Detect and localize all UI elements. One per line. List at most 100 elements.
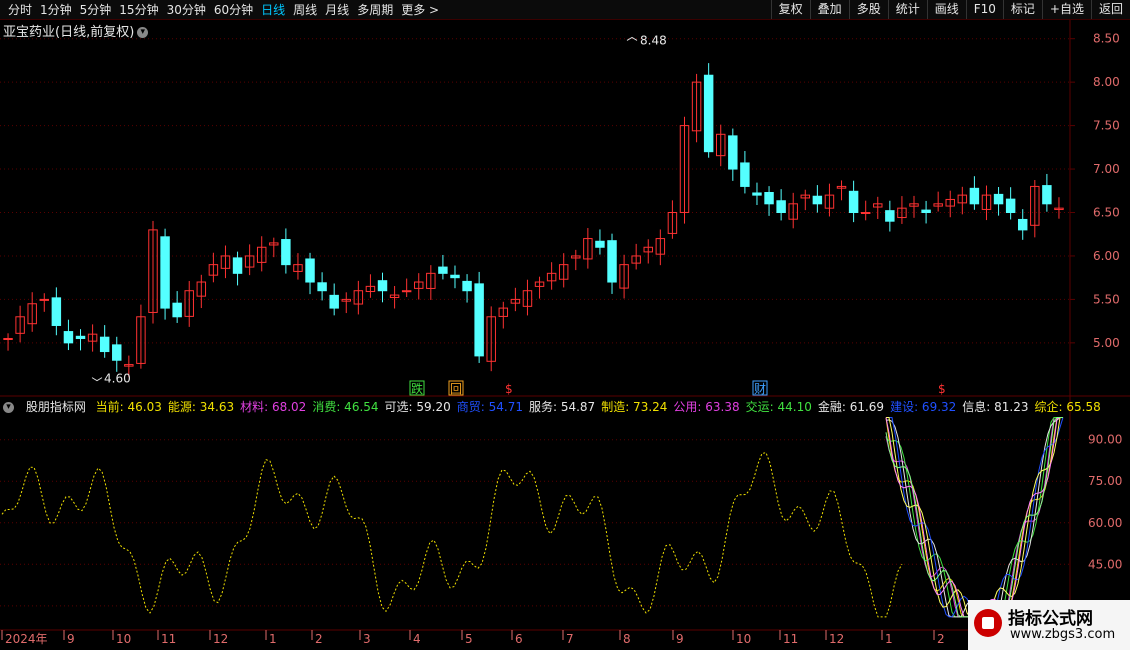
event-marker: $ [505, 382, 513, 396]
indicator-legend: ▾ 股朋指标网 当前: 46.03 能源: 34.63 材料: 68.02 消费: 4… [3, 398, 1107, 415]
candle-body [438, 266, 448, 274]
candle-body [1005, 198, 1016, 214]
date-axis-label: 1 [269, 632, 277, 646]
indicator-axis-label: 45.00 [1088, 557, 1122, 571]
date-axis-label: 2024年 [5, 632, 48, 646]
candle-body [993, 193, 1004, 205]
indicator-value-8: 公用: 63.38 [673, 400, 740, 414]
indicator-axis-label: 60.00 [1088, 516, 1122, 530]
candle-body [112, 344, 122, 361]
indicator-value-9: 交运: 44.10 [745, 400, 812, 414]
candle-body [752, 192, 762, 196]
date-axis-label: 8 [623, 632, 631, 646]
event-marker: $ [938, 382, 946, 396]
candle-body [75, 335, 86, 340]
candle-body [728, 135, 738, 170]
date-axis-label: 9 [67, 632, 75, 646]
candle-body [450, 274, 460, 279]
indicator-line-current [1, 452, 903, 618]
candle-body [921, 209, 931, 214]
candle-body [232, 257, 243, 274]
candle-body [595, 240, 605, 248]
indicator-value-13: 综企: 65.58 [1034, 400, 1101, 414]
date-axis-label: 2 [937, 632, 945, 646]
candle-body [703, 74, 714, 153]
indicator-value-7: 制造: 73.24 [601, 400, 668, 414]
date-axis-label: 5 [465, 632, 473, 646]
candle-body [172, 302, 182, 318]
indicator-value-4: 可选: 59.20 [384, 400, 451, 414]
candle-body [812, 195, 823, 205]
indicator-axis-label: 90.00 [1088, 433, 1122, 447]
event-marker: 回 [450, 382, 462, 396]
indicator-value-11: 建设: 69.32 [890, 400, 957, 414]
candle-body [160, 236, 170, 309]
indicator-value-0: 当前: 46.03 [95, 400, 162, 414]
candle-body [377, 280, 388, 292]
candle-body [329, 294, 339, 309]
price-axis-label: 8.50 [1093, 32, 1120, 46]
candle-body [607, 240, 617, 283]
candle-body [51, 297, 62, 326]
price-axis-label: 8.00 [1093, 75, 1120, 89]
high-label: 8.48 [640, 33, 667, 47]
candle-body [63, 331, 74, 344]
candle-body [969, 187, 980, 205]
chevron-down-icon[interactable]: ▾ [3, 402, 14, 413]
candle-body [885, 210, 895, 222]
date-axis-label: 7 [566, 632, 574, 646]
candle-body [860, 212, 871, 214]
price-axis-label: 6.50 [1093, 206, 1120, 220]
date-axis-label: 9 [676, 632, 684, 646]
indicator-value-1: 能源: 34.63 [167, 400, 235, 414]
kline-chart[interactable]: 8.50 8.00 7.50 7.00 6.50 6.00 5.50 5.00 90.00 75.… [0, 0, 1130, 650]
candle-body [3, 338, 13, 341]
event-marker: 跌 [411, 381, 423, 396]
date-axis-label: 12 [829, 632, 844, 646]
indicator-value-6: 服务: 54.87 [528, 400, 596, 414]
indicator-value-3: 消费: 46.54 [312, 400, 379, 414]
price-axis-label: 7.00 [1093, 162, 1120, 176]
indicator-value-12: 信息: 81.23 [962, 400, 1029, 414]
candle-body [281, 239, 291, 266]
candle-body [740, 162, 750, 187]
indicator-name[interactable]: 股朋指标网 [26, 400, 86, 414]
date-axis-label: 4 [413, 632, 421, 646]
event-marker: 财 [754, 382, 766, 396]
date-axis-label: 12 [213, 632, 228, 646]
logo-url: www.zbgs3.com [1010, 627, 1116, 642]
candle-body [317, 282, 327, 292]
logo-emblem-icon [974, 609, 1002, 637]
indicator-axis-label: 75.00 [1088, 474, 1122, 488]
date-axis-label: 2 [315, 632, 323, 646]
logo-title: 指标公式网 [1008, 609, 1093, 629]
indicator-value-5: 商贸: 54.71 [456, 400, 523, 414]
candle-body [848, 190, 859, 214]
low-label: 4.60 [104, 372, 131, 386]
candle-body [1017, 218, 1028, 231]
price-axis-label: 7.50 [1093, 119, 1120, 133]
candle-body [1042, 185, 1052, 205]
indicator-value-10: 金融: 61.69 [817, 400, 885, 414]
indicator-line-sector [885, 417, 1063, 618]
candle-body [474, 283, 484, 357]
candle-body [764, 191, 774, 205]
date-axis-label: 11 [783, 632, 798, 646]
date-axis-label: 6 [515, 632, 523, 646]
price-axis-label: 5.00 [1093, 336, 1120, 350]
price-axis-label: 6.00 [1093, 249, 1120, 263]
candle-body [462, 280, 472, 292]
date-axis-label: 1 [885, 632, 893, 646]
date-axis-label: 11 [161, 632, 176, 646]
candle-body [776, 200, 786, 214]
watermark-logo: 指标公式网 www.zbgs3.com [968, 600, 1130, 650]
indicator-value-2: 材料: 68.02 [240, 400, 307, 414]
date-axis-label: 10 [736, 632, 751, 646]
date-axis-label: 3 [363, 632, 371, 646]
candle-body [99, 336, 110, 353]
candle-body [305, 258, 315, 283]
low-marker [91, 377, 103, 382]
price-axis-label: 5.50 [1093, 292, 1120, 306]
date-axis-label: 10 [116, 632, 131, 646]
candle-body [39, 298, 50, 301]
